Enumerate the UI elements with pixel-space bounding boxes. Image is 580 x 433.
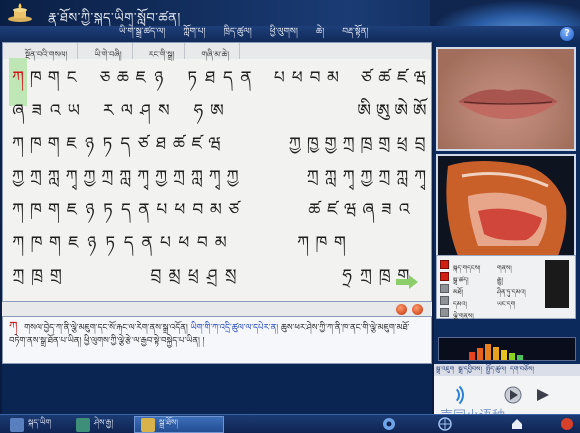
explanation-line1: གསལ་བྱེད་ཀ་ནི་ལྕེ་མཇུག་དང་སོ་རྐང་ལ་རེག་ན… [24, 323, 191, 333]
taskbar-label: སྐད་ཡིག [28, 418, 52, 427]
letter-cell[interactable]: ཏ [101, 223, 119, 271]
audio-spectrum [438, 337, 576, 361]
settings-icon[interactable] [382, 417, 396, 431]
indicator-gray [440, 308, 449, 317]
letter-cell[interactable]: ཇ [64, 223, 82, 271]
record-icon[interactable] [504, 386, 522, 404]
letter-cell[interactable]: ཀྱ [286, 124, 304, 172]
explanation-link[interactable]: ཡིག་གི་ཀ་འདྲི་ཚུལ་ལ་དཔེར་ན། [190, 323, 280, 333]
wave-square-icon[interactable] [545, 272, 569, 284]
wave-sine-icon[interactable] [545, 260, 569, 272]
letter-grid: ཀ ཁ ག ང ཅ ཆ ཇ ཉ ཏ ཐ ད ན པ ཕ བ མ ཙ ཚ ཛ ཝ ཞ ཟ འ ཡ ར ལ ཤ ས ཧ ཨ ཨི ཨུ ཨེ ཨོ ཀ ཁ… [9, 57, 429, 296]
help-button[interactable]: ? [560, 27, 574, 41]
browser-icon[interactable] [438, 417, 452, 431]
letter-cell[interactable]: མྲ [165, 256, 184, 304]
info-value-3: ཡང་དག [497, 300, 516, 308]
taskbar-item-language[interactable]: སྐད་ཡིག [4, 416, 57, 433]
power-icon[interactable] [560, 417, 574, 431]
letter-cell[interactable]: ཉ [83, 223, 101, 271]
taskbar-item-knowledge[interactable]: ཤེས་རྒྱ། [70, 416, 119, 433]
letter-cell[interactable]: ཀ [294, 223, 312, 271]
letter-cell[interactable]: ཧྲ [338, 256, 357, 304]
letter-cell[interactable]: བ [306, 58, 324, 106]
audio-tab-bar: སྒྲ་འཇུག སྒྲ་དབྱིབས། སྤྱོད་ཚུལ། དག་བཅོས། [434, 364, 580, 376]
taskbar-item-hearing[interactable]: སྒྲ་ཐོས། [134, 416, 224, 433]
play-button[interactable] [412, 304, 423, 315]
head-cross-section-icon [446, 161, 567, 256]
mouth-video [436, 47, 576, 151]
letter-cell[interactable]: ཕྲ [184, 256, 203, 304]
taskbar: སྐད་ཡིག ཤེས་རྒྱ། སྒྲ་ཐོས། [0, 414, 580, 433]
letter-cell[interactable]: ཀྭ [411, 157, 429, 205]
indicator-gray [440, 296, 449, 305]
letter-cell[interactable]: ཁྲ [28, 256, 47, 304]
control-strip [2, 302, 432, 316]
letter-cell[interactable]: ད [119, 223, 137, 271]
wave-pulse-icon[interactable] [545, 296, 569, 308]
window-icon [10, 417, 24, 432]
letter-cell[interactable]: ཁ [312, 223, 330, 271]
letter-cell[interactable]: ཟ [377, 190, 395, 238]
playback-icon[interactable] [534, 386, 552, 404]
letter-cell[interactable]: ཞ [359, 190, 377, 238]
letter-cell[interactable]: ཀྲ [357, 256, 376, 304]
menu-bar: ཡི་གེ་སྒྲ་ཚད་ལ། ཀློག་པ། ཁྲིད་ཚུལ། ཕྱི་ལུ… [0, 26, 580, 42]
letter-cell[interactable]: ཀྲ [9, 256, 28, 304]
letter-panel: སྔོན་བའི་གསལ། ཡི་གེ་བཞི། རང་གི་སྒྲ། གཞི་… [2, 42, 432, 302]
letter-cell[interactable]: ཕ [288, 58, 306, 106]
letter-cell[interactable]: འ [395, 190, 413, 238]
current-letter: ཀ [9, 319, 18, 333]
info-label-4: ལྕེ་གནས། [453, 312, 474, 320]
indicator-gray [440, 284, 449, 293]
stop-button[interactable] [396, 304, 407, 315]
letter-cell[interactable]: གྲ [46, 256, 65, 304]
book-icon [76, 417, 90, 432]
letter-cell[interactable]: པ [270, 58, 288, 106]
letter-cell[interactable]: བྲ [147, 256, 166, 304]
phonetic-info-panel: སྐད་གདངས། གནས། སྒྲ་ཚད། རྒྱུ། མཐོ། ཤིན་ཏུ… [436, 255, 576, 320]
globe-banner [430, 0, 580, 26]
letter-cell[interactable]: ན [237, 58, 255, 106]
home-icon[interactable] [510, 417, 524, 431]
wave-noise-icon[interactable] [545, 284, 569, 296]
next-arrow-icon[interactable] [395, 275, 419, 289]
user-icon [141, 417, 155, 432]
lips-image [458, 89, 558, 119]
right-panel: སྐད་གདངས། གནས། སྒྲ་ཚད། རྒྱུ། མཐོ། ཤིན་ཏུ… [434, 42, 580, 414]
left-bottom-strip [2, 364, 432, 414]
app-window: རྣ་ཐོས་ཀྱི་སྐད་ཡིག་སློབ་ཚན། ཡི་གེ་སྒྲ་ཚད… [0, 0, 580, 433]
taskbar-label: སྒྲ་ཐོས། [159, 418, 179, 427]
letter-cell[interactable]: ཤྲ [203, 256, 222, 304]
sound-wave-icon [442, 386, 460, 404]
explanation-text: ཀ གསལ་བྱེད་ཀ་ནི་ལྕེ་མཇུག་དང་སོ་རྐང་ལ་རེག… [2, 316, 432, 364]
spectrum-bars-icon [469, 344, 523, 360]
taskbar-label: ཤེས་རྒྱ། [94, 418, 114, 427]
indicator-red [440, 260, 449, 269]
lamp-logo-icon [8, 3, 32, 22]
letter-cell[interactable]: ཁྲ [375, 256, 394, 304]
letter-cell[interactable]: སྲ [221, 256, 240, 304]
indicator-red [440, 272, 449, 281]
letter-cell[interactable]: མ [324, 58, 342, 106]
